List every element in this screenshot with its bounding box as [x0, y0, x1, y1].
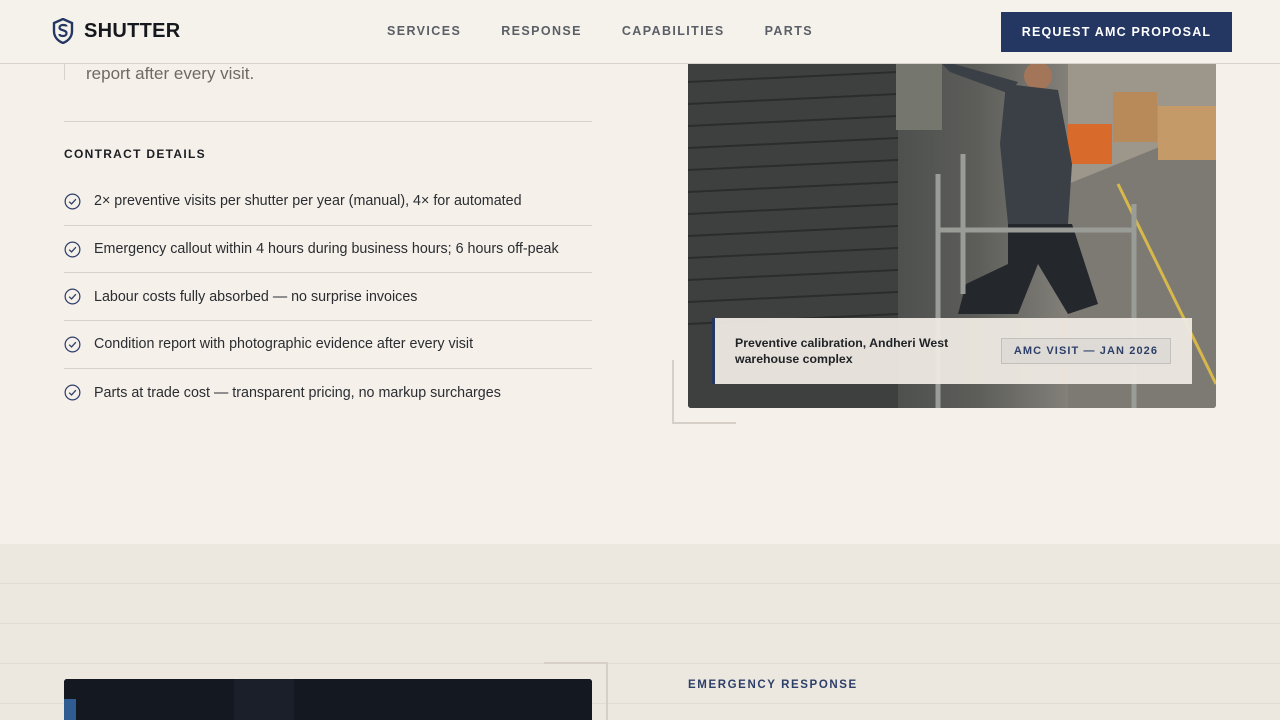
list-item-text: Parts at trade cost — transparent pricin…: [94, 384, 501, 401]
grid-line: [0, 663, 1280, 664]
list-item: Parts at trade cost — transparent pricin…: [64, 369, 592, 417]
shield-s-logo-icon: [52, 18, 74, 44]
list-item: Labour costs fully absorbed — no surpris…: [64, 273, 592, 322]
check-circle-icon: [64, 193, 81, 210]
brand-name: SHUTTER: [84, 19, 181, 42]
section-divider: [64, 121, 592, 122]
check-circle-icon: [64, 336, 81, 353]
photo-caption-text: Preventive calibration, Andheri West war…: [735, 336, 949, 366]
site-header: SHUTTER SERVICES RESPONSE CAPABILITIES P…: [0, 0, 1280, 64]
cardboard-box: [1158, 106, 1216, 160]
control-panel: [896, 64, 942, 130]
list-item: Emergency callout within 4 hours during …: [64, 226, 592, 274]
cardboard-box: [1113, 92, 1157, 142]
nav-link-services[interactable]: SERVICES: [387, 24, 461, 38]
emergency-response-heading: EMERGENCY RESPONSE: [688, 679, 858, 691]
list-item-text: Labour costs fully absorbed — no surpris…: [94, 288, 418, 305]
check-circle-icon: [64, 288, 81, 305]
nav-link-response[interactable]: RESPONSE: [501, 24, 582, 38]
list-item-text: Condition report with photographic evide…: [94, 336, 474, 353]
brand-logo[interactable]: SHUTTER: [52, 18, 181, 44]
nav-link-parts[interactable]: PARTS: [765, 24, 813, 38]
media-preview: [64, 679, 592, 720]
quote-accent-bar: [64, 64, 65, 80]
main-nav: SERVICES RESPONSE CAPABILITIES PARTS: [387, 24, 813, 38]
contract-details-list: 2× preventive visits per shutter per yea…: [64, 178, 592, 416]
grid-line: [0, 623, 1280, 624]
grid-line: [0, 583, 1280, 584]
contract-details-heading: CONTRACT DETAILS: [64, 147, 206, 161]
forklift: [1068, 124, 1112, 164]
intro-text-tail: report after every visit.: [86, 64, 255, 83]
request-proposal-button[interactable]: REQUEST AMC PROPOSAL: [1001, 12, 1232, 52]
check-circle-icon: [64, 241, 81, 258]
emergency-media-card: [64, 679, 592, 720]
list-item: Condition report with photographic evide…: [64, 321, 592, 369]
list-item-text: 2× preventive visits per shutter per yea…: [94, 193, 522, 210]
list-item: 2× preventive visits per shutter per yea…: [64, 178, 592, 226]
nav-link-capabilities[interactable]: CAPABILITIES: [622, 24, 725, 38]
photo-caption-card: Preventive calibration, Andheri West war…: [712, 318, 1192, 384]
list-item-text: Emergency callout within 4 hours during …: [94, 241, 559, 258]
check-circle-icon: [64, 384, 81, 401]
visit-date-badge: AMC VISIT — JAN 2026: [1001, 338, 1171, 364]
